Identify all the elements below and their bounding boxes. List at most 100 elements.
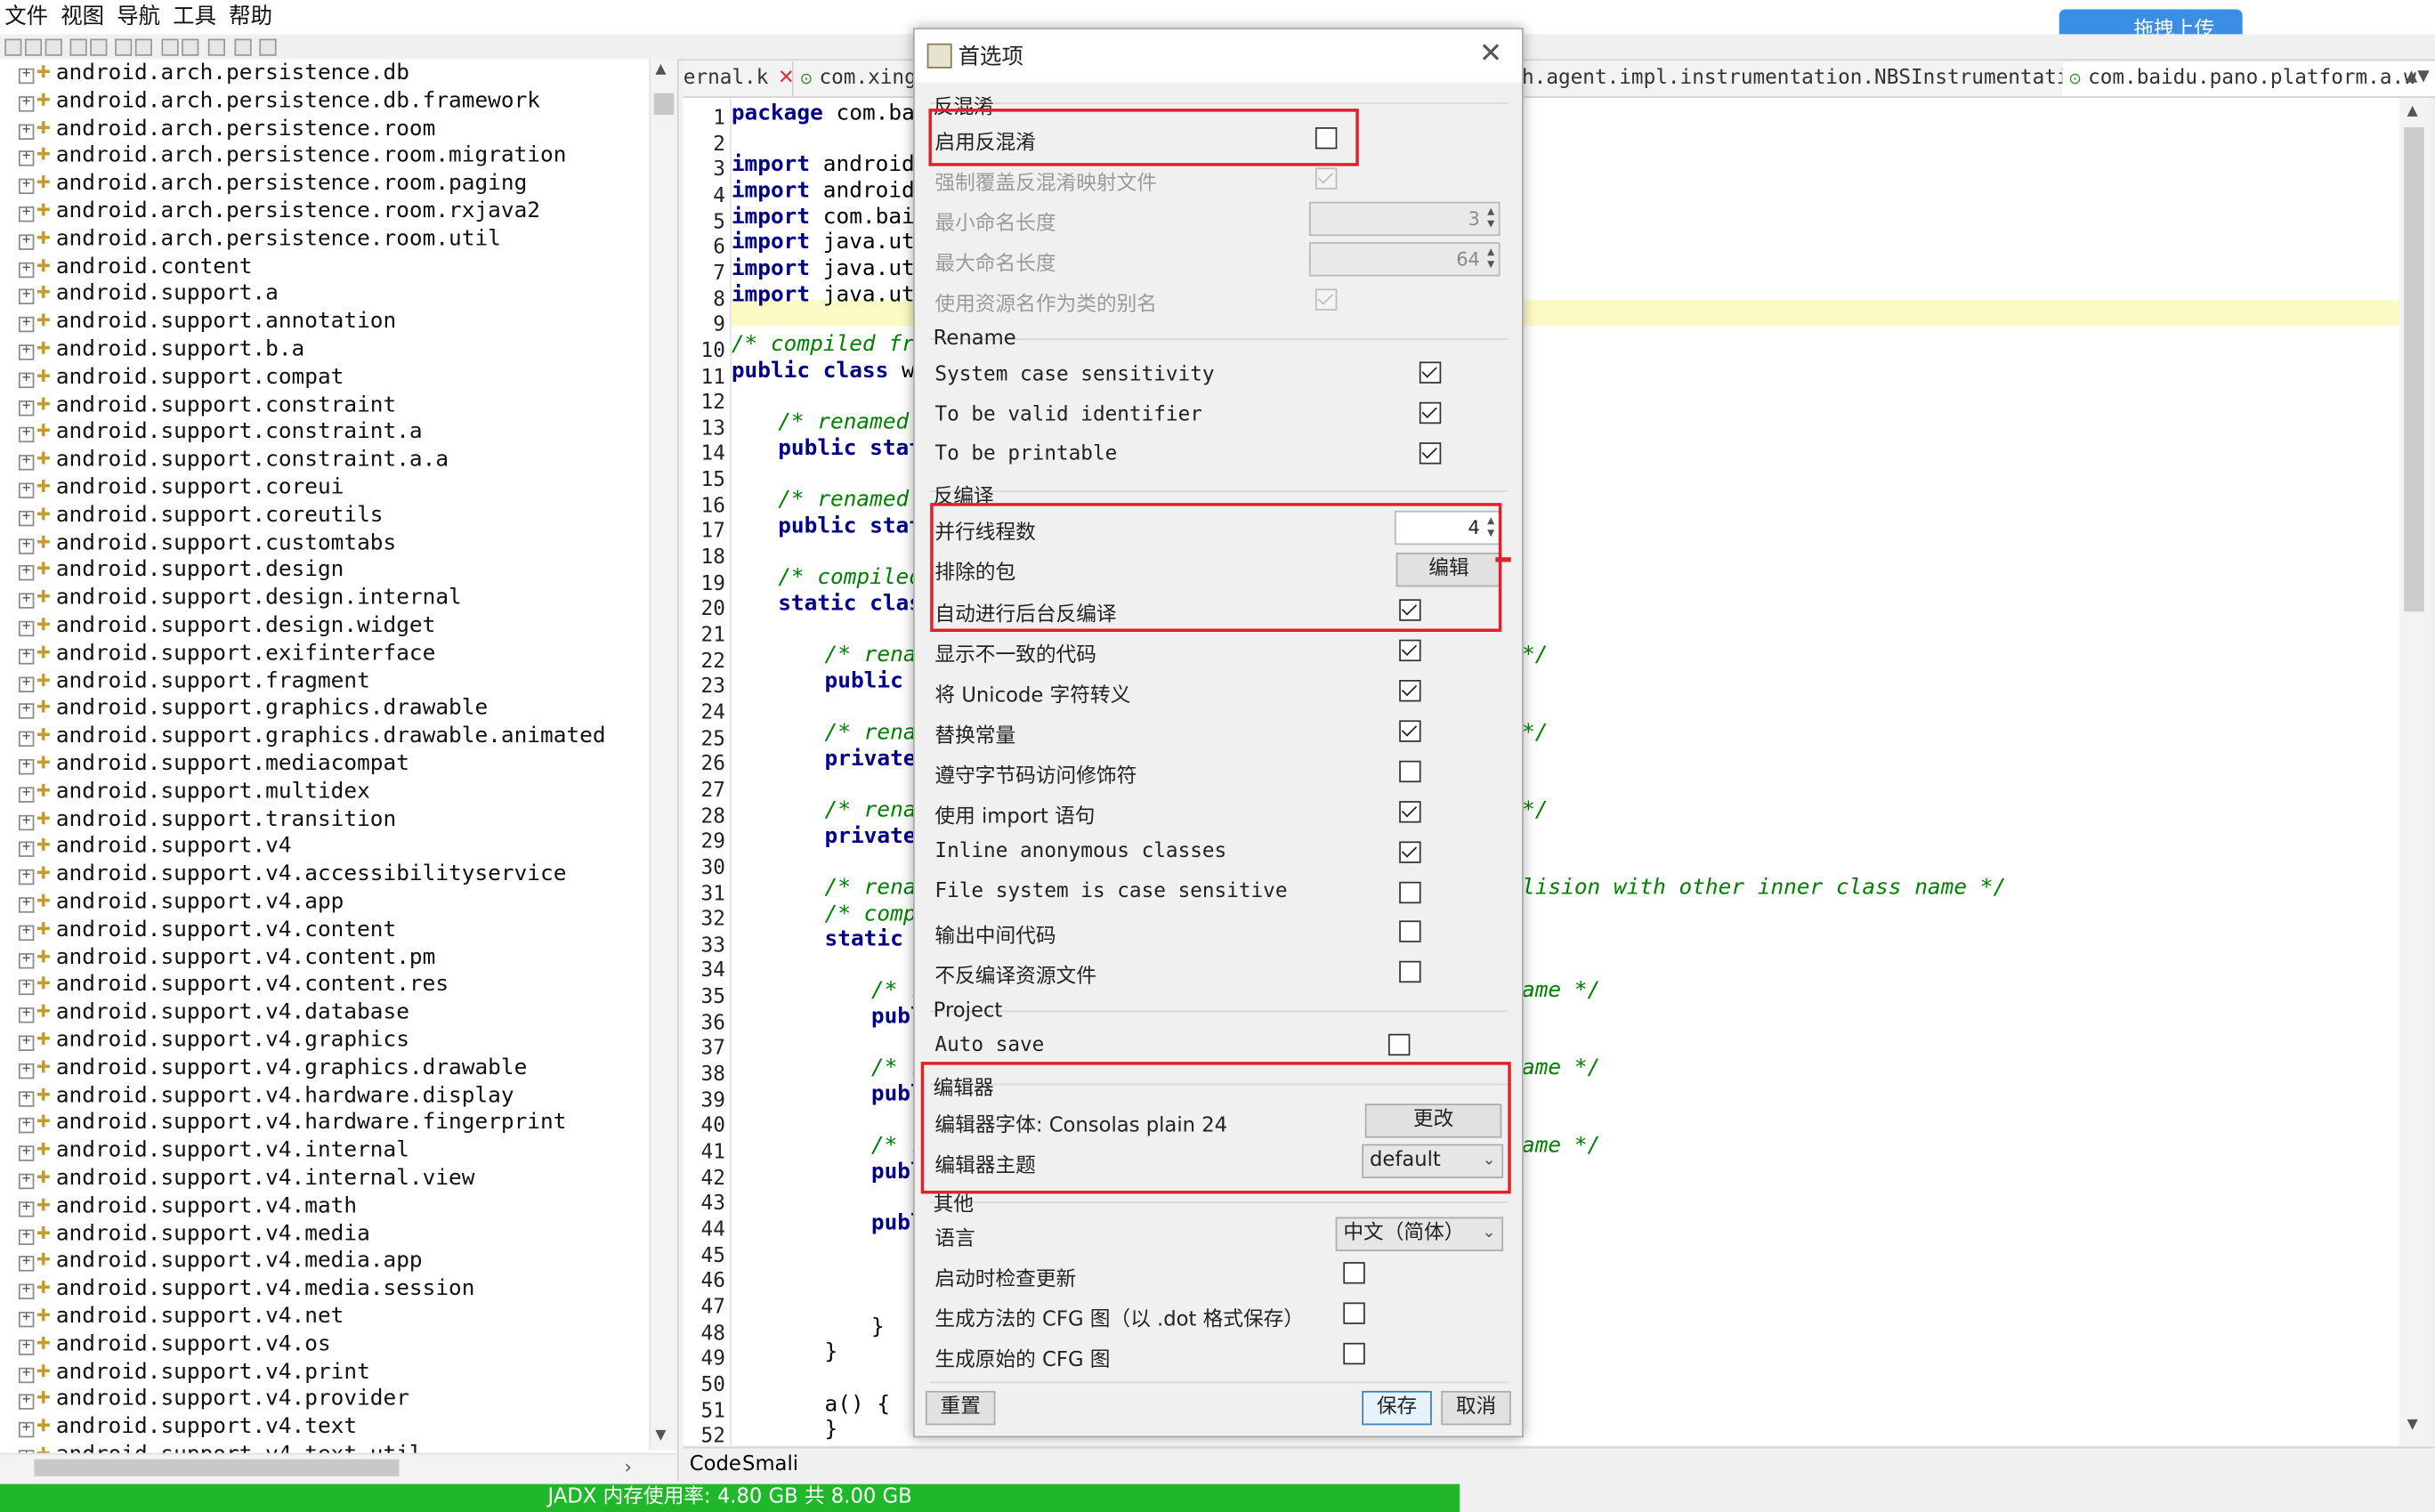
save-all-icon[interactable]: [44, 38, 62, 56]
package-tree-item[interactable]: + android.support.transition: [18, 805, 396, 833]
package-tree-item[interactable]: + android.support.v4.graphics: [18, 1026, 409, 1054]
expand-icon[interactable]: +: [18, 150, 35, 167]
cancel-button[interactable]: 取消: [1441, 1390, 1511, 1426]
expand-icon[interactable]: +: [18, 1007, 35, 1023]
package-tree-item[interactable]: + android.arch.persistence.room.migration: [18, 141, 566, 169]
package-tree-item[interactable]: + android.support.v4.print: [18, 1358, 370, 1386]
package-tree-item[interactable]: + android.support.exifinterface: [18, 639, 435, 667]
replace-consts-checkbox[interactable]: [1399, 720, 1421, 742]
expand-icon[interactable]: +: [18, 1035, 35, 1051]
package-tree-item[interactable]: + android.support.mediacompat: [18, 750, 409, 778]
rename-valid-checkbox[interactable]: [1419, 401, 1442, 424]
rename-print-checkbox[interactable]: [1419, 442, 1442, 465]
threads-spinner[interactable]: 4 ▲ ▼: [1394, 510, 1501, 546]
save-icon[interactable]: [24, 38, 43, 56]
package-tree-item[interactable]: + android.arch.persistence.db: [18, 59, 409, 86]
raw-cfg-checkbox[interactable]: [1343, 1342, 1365, 1365]
tab-com-baidu-pano-platform-a-w[interactable]: ⊙ com.baidu.pano.platform.a.w: [2062, 61, 2435, 97]
package-tree-item[interactable]: + android.support.v4.hardware.display: [18, 1081, 514, 1109]
expand-icon[interactable]: +: [18, 896, 35, 913]
expand-icon[interactable]: +: [18, 206, 35, 222]
tab-code[interactable]: Code: [690, 1448, 741, 1482]
package-tree-item[interactable]: + android.support.fragment: [18, 667, 370, 694]
tab-ernal-k[interactable]: ernal.k ✕: [683, 61, 795, 97]
package-tree-item[interactable]: + android.support.v4.media.app: [18, 1247, 423, 1274]
expand-icon[interactable]: +: [18, 924, 35, 941]
use-res-names-checkbox[interactable]: [1315, 288, 1338, 311]
change-font-button[interactable]: 更改: [1364, 1104, 1502, 1138]
scroll-right-icon[interactable]: ›: [624, 1456, 631, 1477]
expand-icon[interactable]: +: [18, 1311, 35, 1328]
scroll-down-icon[interactable]: ▼: [2407, 1418, 2418, 1433]
package-tree-item[interactable]: + android.support.customtabs: [18, 529, 396, 556]
tree-vertical-scrollbar[interactable]: ▲ ▼: [649, 59, 677, 1451]
expand-icon[interactable]: +: [18, 1173, 35, 1190]
tab-com-xingi[interactable]: ⊙ com.xingi: [793, 61, 928, 97]
package-tree-item[interactable]: + android.support.constraint: [18, 391, 396, 418]
auto-save-checkbox[interactable]: [1387, 1033, 1411, 1056]
package-tree-item[interactable]: + android.support.v4.math: [18, 1192, 357, 1219]
spinner-arrows-icon[interactable]: ▲ ▼: [1484, 247, 1497, 271]
flatten-icon[interactable]: [90, 38, 108, 56]
close-icon[interactable]: ✕: [1474, 37, 1508, 71]
package-tree-item[interactable]: + android.arch.persistence.room.rxjava2: [18, 198, 540, 225]
package-tree-item[interactable]: + android.support.a: [18, 280, 279, 308]
expand-icon[interactable]: +: [18, 316, 35, 333]
escape-unicode-checkbox[interactable]: [1399, 680, 1421, 702]
expand-icon[interactable]: +: [18, 455, 35, 471]
sync-icon[interactable]: [69, 38, 87, 56]
scroll-up-icon[interactable]: ▲: [2407, 104, 2418, 119]
package-tree-item[interactable]: + android.support.v4.content: [18, 916, 396, 943]
editor-theme-select[interactable]: default ⌄: [1362, 1144, 1504, 1178]
close-icon[interactable]: ✕: [778, 67, 795, 90]
package-tree-item[interactable]: + android.arch.persistence.db.framework: [18, 86, 540, 114]
respect-access-checkbox[interactable]: [1399, 760, 1421, 783]
expand-icon[interactable]: +: [18, 1201, 35, 1217]
open-file-icon[interactable]: [4, 38, 22, 56]
edit-excluded-button[interactable]: 编辑: [1395, 552, 1502, 587]
expand-icon[interactable]: +: [18, 233, 35, 250]
expand-icon[interactable]: +: [18, 841, 35, 858]
spinner-arrows-icon[interactable]: ▲ ▼: [1484, 206, 1497, 231]
expand-icon[interactable]: +: [18, 68, 35, 85]
package-tree-item[interactable]: + android.support.v4.net: [18, 1303, 344, 1330]
package-tree-item[interactable]: + android.support.b.a: [18, 336, 304, 363]
language-select[interactable]: 中文（简体） ⌄: [1335, 1217, 1504, 1251]
expand-icon[interactable]: +: [18, 1145, 35, 1162]
skip-resources-checkbox[interactable]: [1399, 960, 1421, 983]
tab-smali[interactable]: Smali: [742, 1448, 798, 1482]
scroll-up-icon[interactable]: ▲: [655, 62, 666, 77]
forward-icon[interactable]: [182, 38, 199, 56]
package-tree-item[interactable]: + android.support.constraint.a: [18, 418, 423, 446]
search-text-icon[interactable]: [115, 38, 133, 56]
expand-icon[interactable]: +: [18, 813, 35, 830]
package-tree-item[interactable]: + android.support.v4: [18, 833, 292, 861]
deobf-force-checkbox[interactable]: [1315, 167, 1338, 190]
expand-icon[interactable]: +: [18, 869, 35, 885]
package-tree-item[interactable]: + android.support.compat: [18, 363, 344, 391]
inline-anon-checkbox[interactable]: [1399, 841, 1421, 863]
tree-hscroll-thumb[interactable]: [34, 1459, 400, 1476]
expand-icon[interactable]: +: [18, 758, 35, 775]
package-tree-item[interactable]: + android.content: [18, 253, 252, 280]
fs-case-checkbox[interactable]: [1399, 881, 1421, 904]
expand-icon[interactable]: +: [18, 593, 35, 610]
expand-icon[interactable]: +: [18, 1090, 35, 1107]
package-tree-item[interactable]: + android.support.coreui: [18, 473, 344, 501]
deobf-icon[interactable]: [207, 38, 226, 56]
tree-horizontal-scrollbar[interactable]: ›: [0, 1452, 677, 1483]
package-tree-item[interactable]: + android.arch.persistence.room: [18, 114, 435, 141]
expand-icon[interactable]: +: [18, 288, 35, 305]
package-tree-item[interactable]: + android.support.v4.os: [18, 1330, 331, 1358]
expand-icon[interactable]: +: [18, 786, 35, 803]
check-updates-checkbox[interactable]: [1343, 1262, 1365, 1284]
deobf-enable-checkbox[interactable]: [1315, 127, 1338, 150]
min-name-length-spinner[interactable]: 3 ▲ ▼: [1308, 201, 1501, 237]
package-tree-item[interactable]: + android.support.v4.graphics.drawable: [18, 1054, 527, 1081]
expand-icon[interactable]: +: [18, 371, 35, 388]
package-tree-item[interactable]: + android.support.v4.text: [18, 1413, 357, 1441]
expand-icon[interactable]: +: [18, 703, 35, 720]
menu-help[interactable]: 帮助: [229, 0, 272, 34]
show-inconsistent-checkbox[interactable]: [1399, 639, 1421, 662]
expand-icon[interactable]: +: [18, 261, 35, 278]
